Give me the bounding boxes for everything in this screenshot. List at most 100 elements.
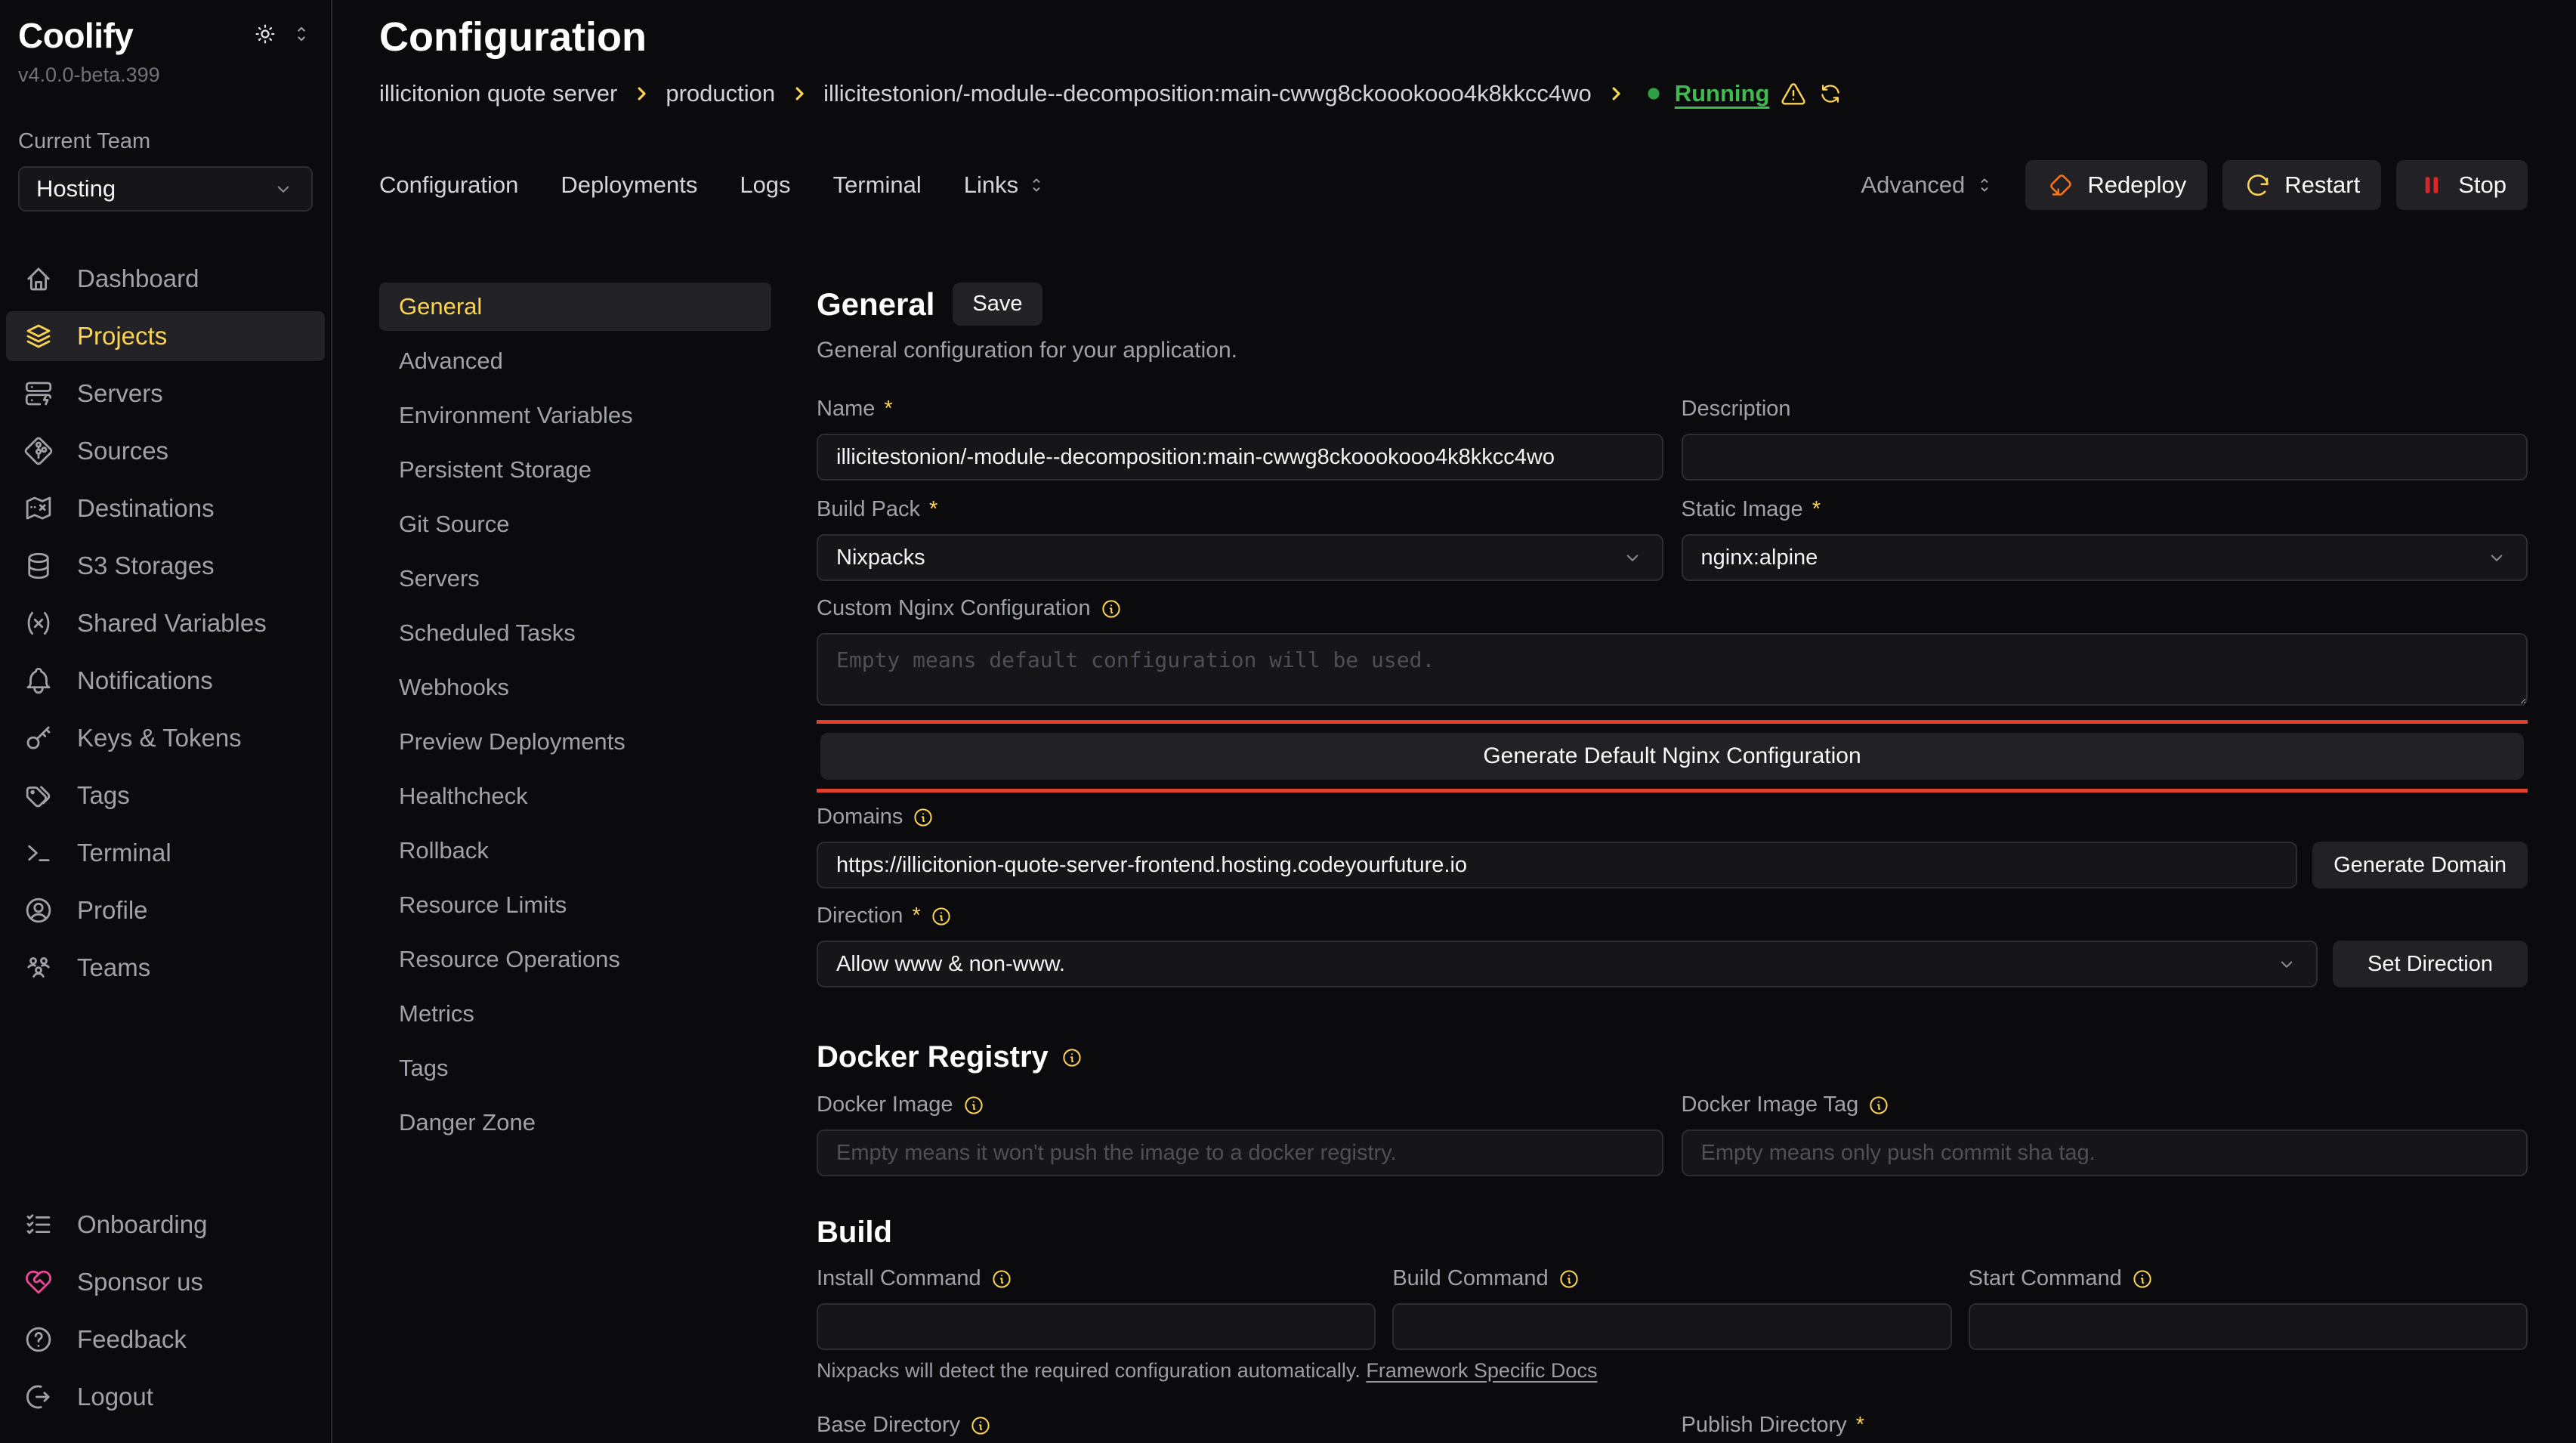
start-command-input[interactable]	[1969, 1303, 2528, 1350]
subnav-item-servers[interactable]: Servers	[379, 555, 771, 603]
static-image-field: Static Image * nginx:alpine	[1682, 497, 2528, 581]
sidebar-item-notifications[interactable]: Notifications	[6, 656, 325, 706]
tab-deployments[interactable]: Deployments	[561, 171, 697, 199]
sidebar-item-servers[interactable]: Servers	[6, 369, 325, 419]
subnav-item-scheduled-tasks[interactable]: Scheduled Tasks	[379, 609, 771, 657]
breadcrumb-environment[interactable]: production	[666, 80, 775, 107]
info-icon[interactable]	[962, 1094, 985, 1117]
sidebar-item-terminal[interactable]: Terminal	[6, 828, 325, 878]
team-select[interactable]: Hosting	[18, 166, 313, 212]
docker-image-tag-input[interactable]	[1682, 1129, 2528, 1176]
subnav-item-rollback[interactable]: Rollback	[379, 827, 771, 875]
tab-logs[interactable]: Logs	[740, 171, 790, 199]
status-label[interactable]: Running	[1675, 80, 1770, 107]
docker-image-input[interactable]	[817, 1129, 1663, 1176]
advanced-label: Advanced	[1861, 171, 1965, 199]
sidebar-item-feedback[interactable]: Feedback	[6, 1315, 325, 1364]
breadcrumb-application[interactable]: illicitestonion/-module--decomposition:m…	[823, 80, 1592, 107]
sidebar-item-label: Servers	[77, 379, 163, 408]
name-input[interactable]	[817, 434, 1663, 480]
sidebar-item-shared-variables[interactable]: Shared Variables	[6, 598, 325, 648]
warning-icon[interactable]	[1780, 80, 1807, 107]
sidebar-item-label: Projects	[77, 322, 167, 351]
advanced-dropdown[interactable]: Advanced	[1861, 171, 1995, 199]
breadcrumb-project[interactable]: illicitonion quote server	[379, 80, 617, 107]
tab-label: Logs	[740, 171, 790, 199]
subnav-item-metrics[interactable]: Metrics	[379, 990, 771, 1038]
save-button[interactable]: Save	[953, 283, 1042, 326]
info-icon[interactable]	[1100, 598, 1123, 620]
build-command-input[interactable]	[1392, 1303, 1951, 1350]
tab-configuration[interactable]: Configuration	[379, 171, 518, 199]
sidebar-nav: Dashboard Projects Servers Sources Desti…	[0, 254, 331, 993]
stop-button[interactable]: Stop	[2396, 160, 2528, 210]
sidebar-item-label: Profile	[77, 896, 148, 925]
info-icon[interactable]	[2131, 1268, 2154, 1290]
app-logo: Coolify	[18, 15, 133, 56]
sidebar-item-destinations[interactable]: Destinations	[6, 484, 325, 533]
tab-terminal[interactable]: Terminal	[833, 171, 922, 199]
subnav-item-git-source[interactable]: Git Source	[379, 500, 771, 548]
sidebar-item-dashboard[interactable]: Dashboard	[6, 254, 325, 304]
chevron-down-icon	[2485, 546, 2508, 569]
sidebar-item-label: Teams	[77, 953, 150, 982]
refresh-icon[interactable]	[1818, 81, 1843, 107]
sidebar-item-profile[interactable]: Profile	[6, 885, 325, 935]
theme-selector-icon[interactable]	[290, 23, 313, 45]
generate-domain-button[interactable]: Generate Domain	[2312, 842, 2528, 888]
framework-docs-link[interactable]: Framework Specific Docs	[1366, 1359, 1597, 1382]
sidebar-item-projects[interactable]: Projects	[6, 311, 325, 361]
team-select-value: Hosting	[36, 175, 116, 202]
subnav-item-danger-zone[interactable]: Danger Zone	[379, 1098, 771, 1147]
sidebar-item-label: Destinations	[77, 494, 215, 523]
sidebar-item-label: Terminal	[77, 839, 171, 867]
info-icon[interactable]	[1558, 1268, 1580, 1290]
subnav-item-webhooks[interactable]: Webhooks	[379, 663, 771, 712]
restart-button[interactable]: Restart	[2222, 160, 2381, 210]
subnav-item-advanced[interactable]: Advanced	[379, 337, 771, 385]
set-direction-button[interactable]: Set Direction	[2333, 941, 2528, 987]
sidebar-item-label: Onboarding	[77, 1210, 207, 1239]
subnav-item-persistent-storage[interactable]: Persistent Storage	[379, 446, 771, 494]
domains-input[interactable]	[817, 842, 2297, 888]
current-team-label: Current Team	[18, 129, 313, 154]
info-icon[interactable]	[990, 1268, 1013, 1290]
sidebar-item-tags[interactable]: Tags	[6, 771, 325, 820]
info-icon[interactable]	[912, 806, 934, 829]
tab-links[interactable]: Links	[964, 171, 1047, 199]
sidebar-item-sources[interactable]: Sources	[6, 426, 325, 476]
info-icon[interactable]	[1867, 1094, 1890, 1117]
subnav-item-environment-variables[interactable]: Environment Variables	[379, 391, 771, 440]
static-image-select[interactable]: nginx:alpine	[1682, 534, 2528, 581]
start-command-field: Start Command	[1969, 1266, 2528, 1350]
sidebar-item-label: Keys & Tokens	[77, 724, 242, 752]
subnav-item-healthcheck[interactable]: Healthcheck	[379, 772, 771, 820]
install-command-input[interactable]	[817, 1303, 1376, 1350]
sidebar-item-sponsor[interactable]: Sponsor us	[6, 1257, 325, 1307]
generate-nginx-config-button[interactable]: Generate Default Nginx Configuration	[820, 733, 2524, 780]
sidebar-item-onboarding[interactable]: Onboarding	[6, 1200, 325, 1250]
subnav-item-tags[interactable]: Tags	[379, 1044, 771, 1092]
sidebar-item-teams[interactable]: Teams	[6, 943, 325, 993]
sidebar-item-s3-storages[interactable]: S3 Storages	[6, 541, 325, 591]
redeploy-button[interactable]: Redeploy	[2025, 160, 2207, 210]
build-pack-select[interactable]: Nixpacks	[817, 534, 1663, 581]
sidebar-item-label: Dashboard	[77, 264, 199, 293]
theme-sun-icon[interactable]	[252, 21, 278, 47]
subnav-item-resource-operations[interactable]: Resource Operations	[379, 935, 771, 984]
breadcrumb: illicitonion quote server production ill…	[379, 80, 2528, 107]
description-input[interactable]	[1682, 434, 2528, 480]
direction-select[interactable]: Allow www & non-www.	[817, 941, 2318, 987]
publish-directory-label: Publish Directory	[1682, 1413, 1847, 1438]
subnav-item-preview-deployments[interactable]: Preview Deployments	[379, 718, 771, 766]
sidebar-item-logout[interactable]: Logout	[6, 1372, 325, 1422]
custom-nginx-textarea[interactable]	[817, 633, 2528, 706]
info-icon[interactable]	[1061, 1046, 1083, 1069]
domains-label: Domains	[817, 805, 903, 830]
subnav-item-general[interactable]: General	[379, 283, 771, 331]
subnav-item-resource-limits[interactable]: Resource Limits	[379, 881, 771, 929]
info-icon[interactable]	[930, 905, 953, 928]
info-icon[interactable]	[969, 1414, 992, 1437]
sidebar-item-keys-tokens[interactable]: Keys & Tokens	[6, 713, 325, 763]
build-pack-value: Nixpacks	[836, 545, 925, 570]
